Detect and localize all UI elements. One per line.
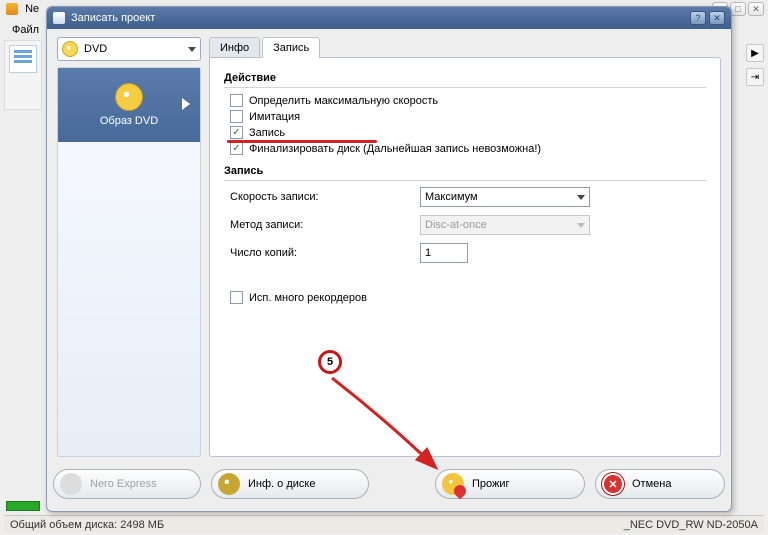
- dialog-close-icon[interactable]: ✕: [709, 11, 725, 25]
- check-multi-recorder-label: Исп. много рекордеров: [249, 292, 367, 304]
- status-bar: Общий объем диска: 2498 МБ _NEC DVD_RW N…: [4, 515, 764, 533]
- dialog-titlebar: Записать проект ? ✕: [47, 7, 731, 29]
- parent-title-text: Ne: [25, 3, 39, 15]
- speed-label: Скорость записи:: [230, 191, 400, 203]
- dialog-button-bar: Nero Express Инф. о диске Прожиг ✕ Отмен…: [53, 465, 725, 503]
- tool-play-icon[interactable]: ▶: [746, 44, 764, 62]
- chevron-down-icon: [577, 223, 585, 228]
- check-multi-recorder[interactable]: Исп. много рекордеров: [230, 291, 706, 304]
- chevron-down-icon: [188, 47, 196, 52]
- menu-file-label: Файл: [12, 24, 39, 36]
- annotation-step-number: 5: [327, 356, 333, 368]
- tab-info[interactable]: Инфо: [209, 37, 260, 58]
- copies-value: 1: [425, 247, 431, 259]
- speed-value: Максимум: [425, 191, 478, 203]
- tab-info-label: Инфо: [220, 42, 249, 54]
- dialog-icon: [53, 12, 65, 24]
- chevron-down-icon: [577, 195, 585, 200]
- speed-select[interactable]: Максимум: [420, 187, 590, 207]
- check-record[interactable]: Запись: [230, 126, 706, 139]
- burn-icon: [442, 473, 464, 495]
- burn-button[interactable]: Прожиг: [435, 469, 585, 499]
- nero-express-button: Nero Express: [53, 469, 201, 499]
- checkbox-icon: [230, 291, 243, 304]
- status-right: _NEC DVD_RW ND-2050A: [624, 519, 758, 531]
- checkbox-icon: [230, 110, 243, 123]
- method-label: Метод записи:: [230, 219, 400, 231]
- left-tool-strip: [4, 40, 42, 110]
- dialog-body: DVD Образ DVD Инфо Запись Действие Опред…: [53, 33, 725, 461]
- tab-record-label: Запись: [273, 42, 309, 54]
- section-record: Запись: [224, 165, 706, 181]
- method-select: Disc-at-once: [420, 215, 590, 235]
- tool-step-icon[interactable]: ⇥: [746, 68, 764, 86]
- cancel-icon: ✕: [602, 473, 624, 495]
- section-action: Действие: [224, 72, 706, 88]
- check-finalize[interactable]: Финализировать диск (Дальнейшая запись н…: [230, 142, 706, 155]
- right-tool-strip: ▶ ⇥: [746, 44, 764, 86]
- disc-info-button[interactable]: Инф. о диске: [211, 469, 369, 499]
- close-icon[interactable]: ✕: [748, 2, 764, 16]
- disc-icon: [62, 41, 78, 57]
- disc-type-label: DVD: [78, 43, 188, 55]
- copies-input[interactable]: 1: [420, 243, 468, 263]
- dvd-disc-icon: [115, 83, 143, 111]
- disc-info-label: Инф. о диске: [248, 478, 315, 490]
- project-list: Образ DVD: [57, 67, 201, 457]
- annotation-step-5: 5: [318, 350, 342, 374]
- cancel-label: Отмена: [632, 478, 671, 490]
- tab-strip: Инфо Запись: [209, 37, 322, 58]
- check-record-label: Запись: [249, 127, 285, 139]
- chevron-right-icon: [182, 98, 190, 110]
- cancel-button[interactable]: ✕ Отмена: [595, 469, 725, 499]
- checkbox-checked-icon: [230, 142, 243, 155]
- document-icon[interactable]: [9, 45, 37, 73]
- disc-info-icon: [218, 473, 240, 495]
- capacity-bar: [6, 501, 40, 511]
- method-value: Disc-at-once: [425, 219, 487, 231]
- copies-label: Число копий:: [230, 247, 400, 259]
- dialog-title: Записать проект: [71, 12, 155, 24]
- tab-record-panel: Действие Определить максимальную скорост…: [209, 57, 721, 457]
- burn-dialog: Записать проект ? ✕ DVD Образ DVD Инфо З…: [46, 6, 732, 512]
- burn-label: Прожиг: [472, 478, 510, 490]
- app-icon: [6, 3, 18, 15]
- record-settings: Скорость записи: Максимум Метод записи: …: [230, 187, 706, 263]
- check-finalize-label: Финализировать диск (Дальнейшая запись н…: [249, 143, 541, 155]
- maximize-icon[interactable]: □: [730, 2, 746, 16]
- check-detect-speed[interactable]: Определить максимальную скорость: [230, 94, 706, 107]
- checkbox-checked-icon: [230, 126, 243, 139]
- tab-record[interactable]: Запись: [262, 37, 320, 58]
- project-card-label: Образ DVD: [100, 115, 158, 127]
- project-card-dvd-image[interactable]: Образ DVD: [58, 68, 200, 142]
- checkbox-icon: [230, 94, 243, 107]
- nero-icon: [60, 473, 82, 495]
- parent-window-title: Ne: [6, 3, 39, 15]
- check-detect-speed-label: Определить максимальную скорость: [249, 95, 438, 107]
- disc-type-select[interactable]: DVD: [57, 37, 201, 61]
- check-simulate[interactable]: Имитация: [230, 110, 706, 123]
- menu-file[interactable]: Файл: [4, 20, 47, 40]
- check-simulate-label: Имитация: [249, 111, 300, 123]
- status-left: Общий объем диска: 2498 МБ: [10, 519, 164, 531]
- help-icon[interactable]: ?: [690, 11, 706, 25]
- nero-express-label: Nero Express: [90, 478, 157, 490]
